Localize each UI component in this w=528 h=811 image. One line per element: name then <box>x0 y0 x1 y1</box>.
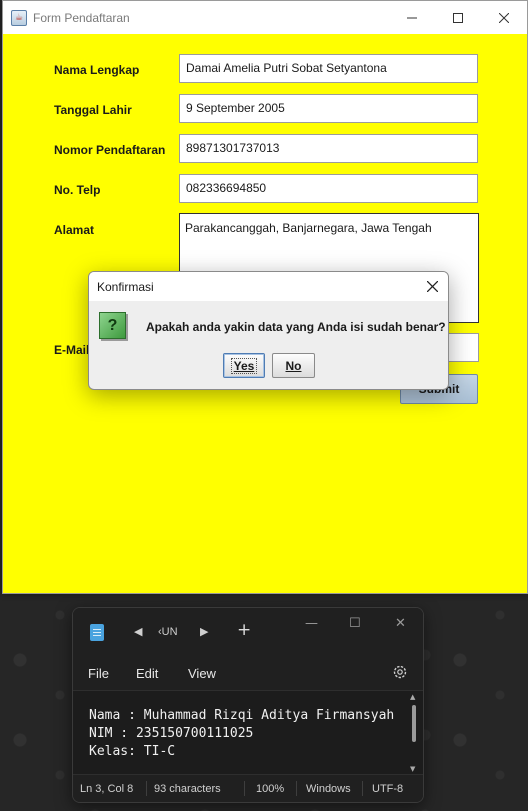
question-icon: ? <box>99 312 126 339</box>
dialog-message: Apakah anda yakin data yang Anda isi sud… <box>146 320 446 334</box>
minimize-icon[interactable]: — <box>305 616 318 631</box>
java-app-icon: ☕ <box>11 9 27 26</box>
maximize-icon[interactable]: ☐ <box>349 616 361 631</box>
maximize-button[interactable] <box>435 1 481 34</box>
input-tanggal-lahir[interactable]: 9 September 2005 <box>179 94 478 123</box>
status-divider <box>244 781 245 796</box>
notepad-icon <box>90 624 104 641</box>
notepad-window: ◀ ‹UN ▶ + — ☐ ✕ File Edit View Nama : Mu… <box>72 607 424 803</box>
close-icon <box>499 12 509 23</box>
tab-scroll-right-icon[interactable]: ▶ <box>200 625 208 638</box>
notepad-tab[interactable]: ‹UN <box>158 626 178 638</box>
close-icon <box>426 280 438 292</box>
close-icon[interactable]: ✕ <box>395 616 406 631</box>
dialog-close-button[interactable] <box>422 276 442 296</box>
minimize-button[interactable] <box>389 1 435 34</box>
status-divider <box>146 781 147 796</box>
input-no-telp[interactable]: 082336694850 <box>179 174 478 203</box>
status-divider <box>296 781 297 796</box>
input-email[interactable] <box>449 333 479 362</box>
status-characters: 93 characters <box>154 783 221 795</box>
label-alamat: Alamat <box>54 223 95 237</box>
label-no-telp: No. Telp <box>54 183 101 197</box>
input-nama-lengkap[interactable]: Damai Amelia Putri Sobat Setyantona <box>179 54 478 83</box>
status-divider <box>362 781 363 796</box>
tab-scroll-left-icon[interactable]: ◀ <box>134 625 142 638</box>
label-nomor-pendaftaran: Nomor Pendaftaran <box>54 143 166 157</box>
menu-edit[interactable]: Edit <box>136 666 158 681</box>
vertical-scrollbar[interactable]: ▲ ▼ <box>410 693 417 773</box>
editor-line: NIM : 235150700111025 <box>89 726 254 741</box>
scroll-up-icon[interactable]: ▲ <box>410 693 415 701</box>
menu-view[interactable]: View <box>188 666 216 681</box>
maximize-icon <box>453 12 463 23</box>
notepad-tabbar: ◀ ‹UN ▶ + — ☐ ✕ <box>73 608 423 658</box>
notepad-menubar: File Edit View <box>73 658 423 690</box>
editor-line: Kelas: TI-C <box>89 744 176 759</box>
label-nama-lengkap: Nama Lengkap <box>54 63 140 77</box>
status-zoom[interactable]: 100% <box>256 783 284 795</box>
dialog-titlebar: Konfirmasi <box>89 272 448 301</box>
notepad-statusbar: Ln 3, Col 8 93 characters 100% Windows U… <box>73 774 423 802</box>
form-window-title: Form Pendaftaran <box>33 10 130 25</box>
confirm-dialog: Konfirmasi ? Apakah anda yakin data yang… <box>88 271 449 390</box>
notepad-editor[interactable]: Nama : Muhammad Rizqi Aditya Firmansyah … <box>73 690 423 774</box>
status-line-ending[interactable]: Windows <box>306 783 351 795</box>
form-titlebar: ☕ Form Pendaftaran <box>3 1 527 34</box>
status-position: Ln 3, Col 8 <box>80 783 134 795</box>
no-button[interactable]: No <box>272 353 315 378</box>
menu-file[interactable]: File <box>88 666 109 681</box>
minimize-icon <box>407 17 417 18</box>
label-email: E-Mail <box>54 343 90 357</box>
editor-line: Nama : Muhammad Rizqi Aditya Firmansyah <box>89 708 395 723</box>
label-tanggal-lahir: Tanggal Lahir <box>54 103 132 117</box>
close-button[interactable] <box>481 1 527 34</box>
scrollbar-thumb[interactable] <box>412 705 416 742</box>
dialog-title: Konfirmasi <box>97 279 154 294</box>
scroll-down-icon[interactable]: ▼ <box>410 765 415 773</box>
input-nomor-pendaftaran[interactable]: 89871301737013 <box>179 134 478 163</box>
status-encoding[interactable]: UTF-8 <box>372 783 403 795</box>
yes-button-label: Yes <box>230 357 258 374</box>
yes-button[interactable]: Yes <box>223 353 265 378</box>
window-controls <box>389 1 527 34</box>
settings-gear-icon[interactable] <box>392 664 408 684</box>
new-tab-icon[interactable]: + <box>237 620 251 640</box>
